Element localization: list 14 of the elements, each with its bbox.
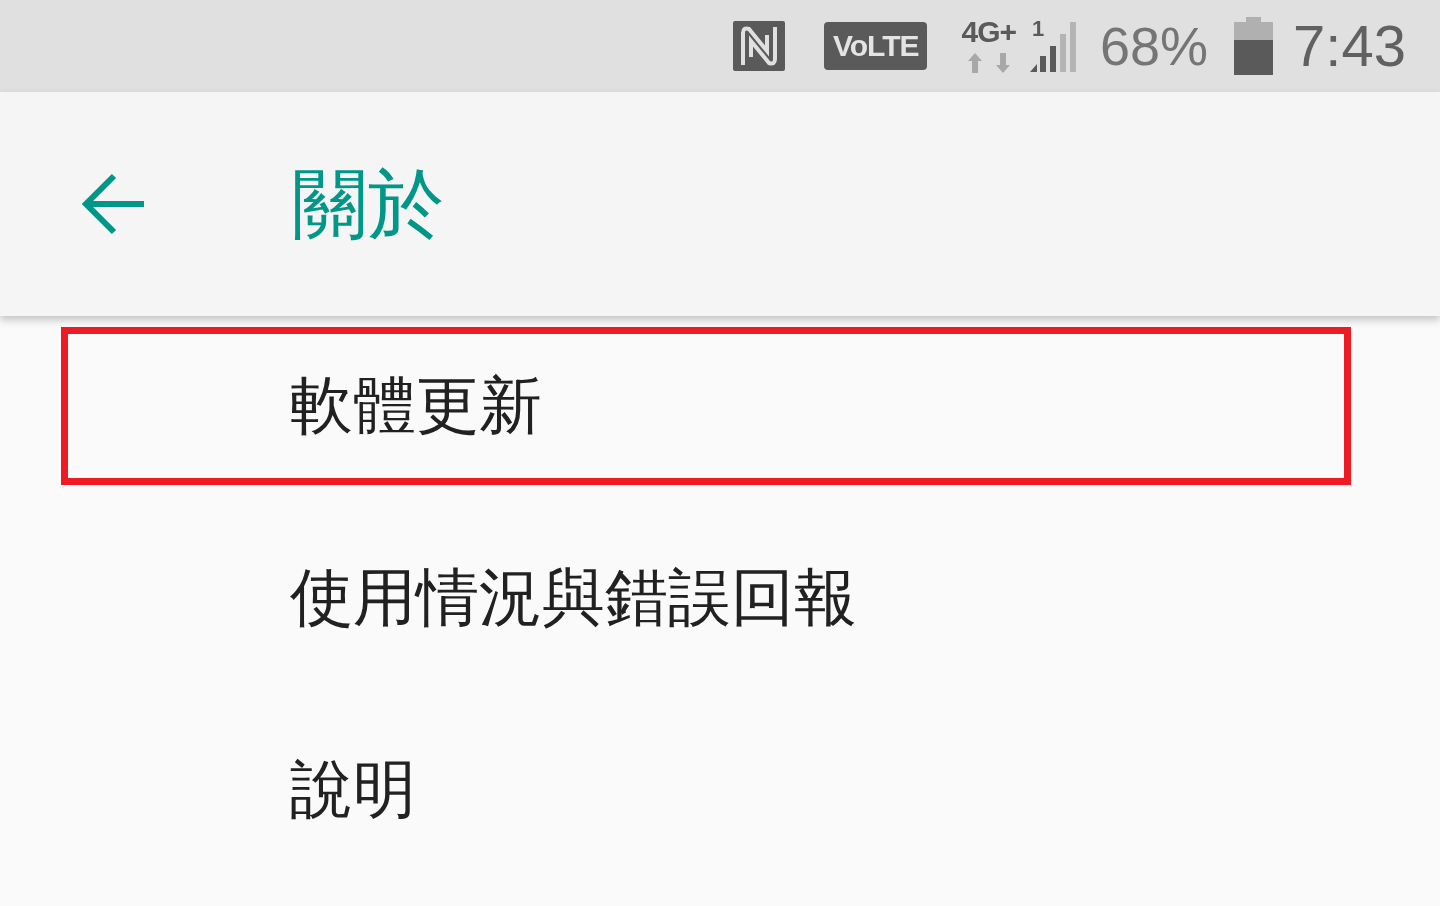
battery-icon [1234, 17, 1274, 75]
back-arrow-icon [80, 172, 144, 236]
settings-item[interactable]: 軟體更新 [290, 366, 542, 446]
clock-time: 7:43 [1293, 14, 1406, 78]
settings-item[interactable]: 使用情況與錯誤回報 [290, 558, 857, 638]
nfc-icon [732, 21, 785, 71]
network-type: 4G+ [961, 18, 1016, 46]
signal-icon [1030, 20, 1078, 72]
data-arrows-icon [965, 52, 1012, 74]
sim-slot-number: 1 [1032, 18, 1045, 40]
battery-percent: 68% [1100, 16, 1209, 76]
page-title: 關於 [292, 158, 444, 250]
volte-indicator: VoLTE [823, 22, 928, 70]
settings-item[interactable]: 說明 [290, 750, 416, 830]
